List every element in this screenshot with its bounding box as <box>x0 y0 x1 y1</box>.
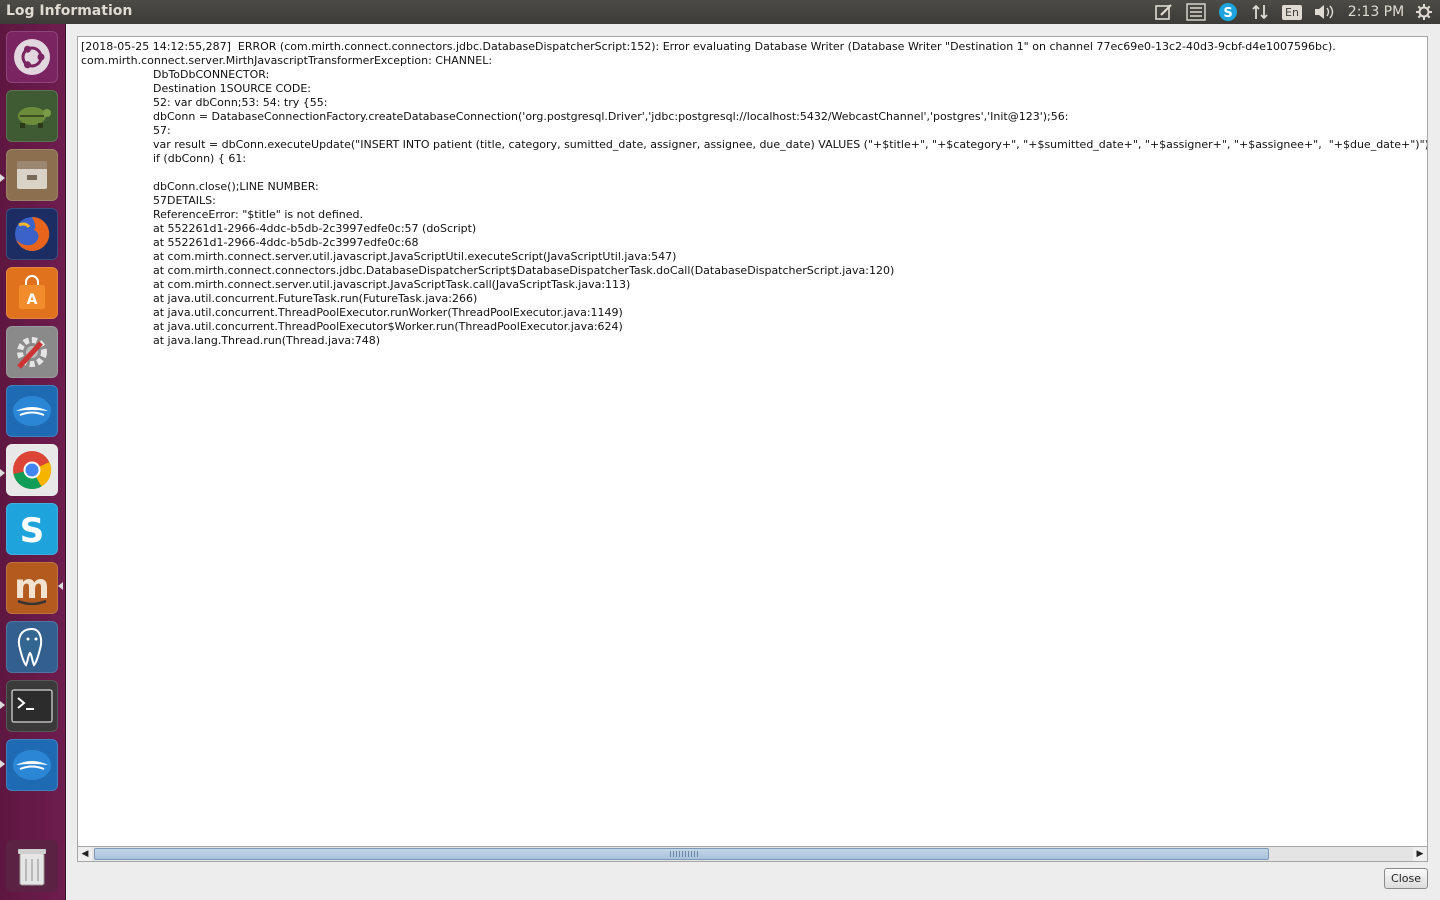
log-line: com.mirth.connect.server.MirthJavascript… <box>81 54 493 67</box>
log-line: at java.util.concurrent.FutureTask.run(F… <box>153 292 478 305</box>
menu-list-icon[interactable] <box>1185 2 1207 22</box>
settings-gear-icon[interactable] <box>1414 2 1434 22</box>
scroll-left-arrow-icon[interactable]: ◀ <box>78 847 92 861</box>
window-title: Log Information <box>6 3 133 19</box>
turtle-app-icon[interactable] <box>6 90 58 142</box>
log-line: at com.mirth.connect.server.util.javascr… <box>153 278 631 291</box>
trash-icon[interactable] <box>6 840 58 892</box>
clock-label: 2:13 PM <box>1347 4 1405 20</box>
running-indicator <box>0 469 5 477</box>
running-indicator <box>0 174 5 182</box>
system-settings-icon[interactable] <box>6 326 58 378</box>
svg-text:A: A <box>27 292 38 308</box>
running-indicator <box>0 760 5 768</box>
log-line: at 552261d1-2966-4ddc-b5db-2c3997edfe0c:… <box>153 222 477 235</box>
top-panel: Log Information S En 2:13 PM <box>0 0 1440 24</box>
scroll-right-arrow-icon[interactable]: ▶ <box>1413 847 1427 861</box>
terminal-icon[interactable] <box>6 680 58 732</box>
log-line: dbConn = DatabaseConnectionFactory.creat… <box>153 110 1069 123</box>
svg-text:S: S <box>1223 6 1232 21</box>
scroll-thumb[interactable] <box>94 848 1269 860</box>
mendeley-icon[interactable]: m <box>6 562 58 614</box>
network-arrows-icon[interactable] <box>1250 2 1270 22</box>
note-edit-icon[interactable] <box>1154 2 1174 22</box>
skype-icon[interactable]: S <box>6 503 58 555</box>
log-line: at java.lang.Thread.run(Thread.java:748) <box>153 334 381 347</box>
volume-icon[interactable] <box>1313 2 1335 22</box>
launcher: A S m <box>0 24 66 900</box>
openoffice-icon[interactable] <box>6 739 58 791</box>
log-content: [2018-05-25 14:12:55,287] ERROR (com.mir… <box>81 40 1428 348</box>
log-line: at 552261d1-2966-4ddc-b5db-2c3997edfe0c:… <box>153 236 419 249</box>
log-line: dbConn.close();LINE NUMBER: <box>153 180 319 193</box>
log-line: Destination 1SOURCE CODE: <box>153 82 311 95</box>
log-line: 57: <box>153 124 171 137</box>
log-line: at com.mirth.connect.connectors.jdbc.Dat… <box>153 264 895 277</box>
svg-text:S: S <box>20 511 45 549</box>
clock[interactable]: 2:13 PM <box>1346 2 1406 22</box>
log-line: [2018-05-25 14:12:55,287] ERROR (com.mir… <box>81 40 1336 53</box>
running-indicator <box>0 701 5 709</box>
log-text-area[interactable]: [2018-05-25 14:12:55,287] ERROR (com.mir… <box>77 36 1428 862</box>
log-line: at java.util.concurrent.ThreadPoolExecut… <box>153 306 623 319</box>
log-line: 52: var dbConn;53: 54: try {55: <box>153 96 328 109</box>
libreoffice-icon[interactable] <box>6 385 58 437</box>
log-line: 57DETAILS: <box>153 194 216 207</box>
ubuntu-dash-icon[interactable] <box>6 31 58 83</box>
firefox-icon[interactable] <box>6 208 58 260</box>
keyboard-layout-icon[interactable]: En <box>1281 2 1303 22</box>
log-line: DbToDbCONNECTOR: <box>153 68 270 81</box>
software-center-icon[interactable]: A <box>6 267 58 319</box>
pgadmin-icon[interactable] <box>6 621 58 673</box>
close-button[interactable]: Close <box>1384 868 1428 889</box>
files-icon[interactable] <box>6 149 58 201</box>
keyboard-layout-label: En <box>1282 4 1302 20</box>
log-line: ReferenceError: "$title" is not defined. <box>153 208 364 221</box>
skype-tray-icon[interactable]: S <box>1217 2 1239 22</box>
log-line: var result = dbConn.executeUpdate("INSER… <box>153 138 1428 151</box>
log-line: at java.util.concurrent.ThreadPoolExecut… <box>153 320 623 333</box>
scroll-thumb-grip <box>670 851 700 857</box>
focused-indicator <box>58 582 63 590</box>
horizontal-scrollbar[interactable]: ◀ ▶ <box>77 846 1428 862</box>
chrome-icon[interactable] <box>6 444 58 496</box>
log-line: if (dbConn) { 61: <box>153 152 247 165</box>
log-line: at com.mirth.connect.server.util.javascr… <box>153 250 677 263</box>
